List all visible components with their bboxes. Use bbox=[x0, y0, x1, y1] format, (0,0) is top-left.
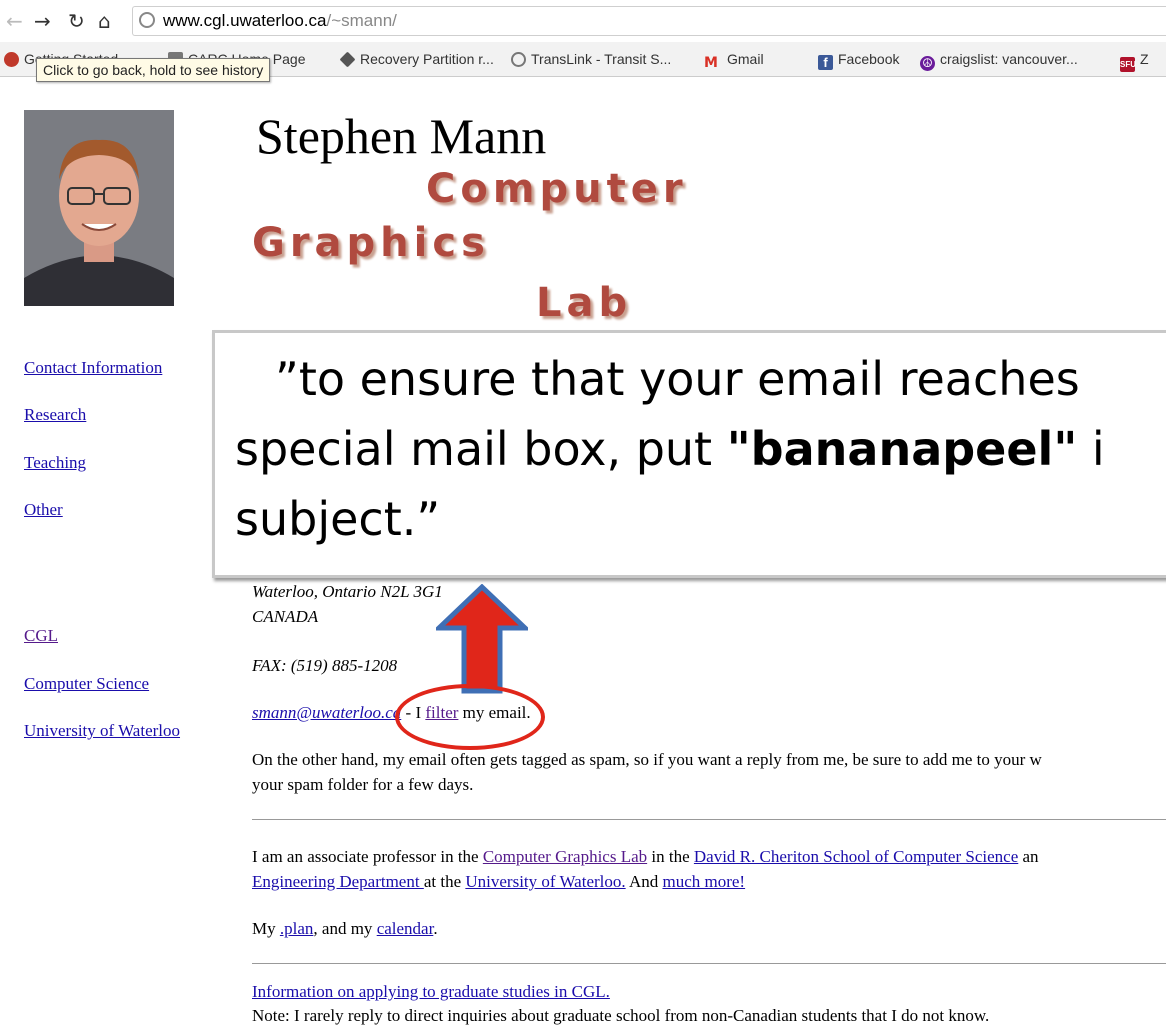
sidebar-link-contact[interactable]: Contact Information bbox=[24, 358, 162, 378]
spam-note-line2: your spam folder for a few days. bbox=[252, 775, 474, 794]
cgl-logo-lab: Lab bbox=[536, 280, 633, 326]
link-cheriton-school[interactable]: David R. Cheriton School of Computer Sci… bbox=[694, 847, 1018, 866]
browser-toolbar: ← → ↻ ⌂ www.cgl.uwaterloo.ca/~smann/ bbox=[0, 0, 1166, 42]
plan-line: My .plan, and my calendar. bbox=[252, 919, 438, 938]
callout-line2: special mail box, put "bananapeel" i bbox=[235, 422, 1105, 476]
address-bar[interactable]: www.cgl.uwaterloo.ca/~smann/ bbox=[132, 6, 1166, 36]
globe-icon bbox=[139, 12, 155, 28]
facebook-icon: f bbox=[818, 55, 833, 70]
sidebar-link-teaching[interactable]: Teaching bbox=[24, 453, 86, 473]
grad-note: Note: I rarely reply to direct inquiries… bbox=[252, 1006, 990, 1025]
address-country: CANADA bbox=[252, 607, 319, 626]
gettingstarted-icon bbox=[4, 52, 19, 67]
forward-arrow-icon[interactable]: → bbox=[34, 9, 51, 33]
address-city: Waterloo, Ontario N2L 3G1 bbox=[252, 582, 443, 601]
link-engineering-dept[interactable]: Engineering Department bbox=[252, 872, 424, 891]
quote-callout: ”to ensure that your email reaches speci… bbox=[212, 330, 1166, 578]
fax-number: FAX: (519) 885-1208 bbox=[252, 656, 398, 675]
divider bbox=[252, 963, 1166, 964]
back-arrow-icon[interactable]: ← bbox=[6, 9, 23, 33]
red-highlight-circle bbox=[395, 684, 545, 750]
sidebar-link-computer-science[interactable]: Computer Science bbox=[24, 674, 149, 694]
cgl-logo-graphics: Graphics bbox=[252, 220, 490, 266]
url-text: www.cgl.uwaterloo.ca/~smann/ bbox=[163, 11, 397, 30]
bio-line2: Engineering Department at the University… bbox=[252, 872, 746, 891]
bookmark-translink[interactable]: TransLink - Transit S... bbox=[511, 51, 671, 67]
sidebar-link-uwaterloo[interactable]: University of Waterloo bbox=[24, 721, 180, 741]
gmail-icon: M bbox=[704, 55, 718, 71]
bookmark-facebook[interactable]: f Facebook bbox=[818, 51, 899, 70]
home-icon[interactable]: ⌂ bbox=[98, 9, 111, 33]
peace-icon: ☮ bbox=[920, 56, 935, 71]
spam-note-line1: On the other hand, my email often gets t… bbox=[252, 750, 1042, 769]
callout-line1: ”to ensure that your email reaches bbox=[275, 352, 1080, 406]
divider bbox=[252, 819, 1166, 820]
link-grad-studies[interactable]: Information on applying to graduate stud… bbox=[252, 982, 610, 1001]
reload-icon[interactable]: ↻ bbox=[68, 9, 85, 33]
bookmark-craigslist[interactable]: ☮ craigslist: vancouver... bbox=[920, 51, 1078, 71]
link-much-more[interactable]: much more! bbox=[662, 872, 745, 891]
cgl-logo-computer: Computer bbox=[426, 166, 688, 212]
bookmark-z[interactable]: SFU Z bbox=[1120, 51, 1149, 72]
bookmark-gmail[interactable]: M Gmail bbox=[704, 51, 764, 71]
portrait-photo bbox=[24, 110, 174, 306]
email-link[interactable]: smann@uwaterloo.ca bbox=[252, 703, 401, 722]
sfu-icon: SFU bbox=[1120, 57, 1136, 72]
link-calendar[interactable]: calendar bbox=[377, 919, 434, 938]
red-up-arrow-icon bbox=[436, 584, 528, 694]
bookmark-recovery[interactable]: Recovery Partition r... bbox=[339, 51, 494, 68]
translink-icon bbox=[511, 52, 526, 67]
sidebar-link-research[interactable]: Research bbox=[24, 405, 86, 425]
sidebar-link-cgl[interactable]: CGL bbox=[24, 626, 58, 646]
grad-info-line: Information on applying to graduate stud… bbox=[252, 980, 610, 1004]
bio-line1: I am an associate professor in the Compu… bbox=[252, 847, 1039, 866]
back-button-tooltip: Click to go back, hold to see history bbox=[36, 58, 271, 82]
callout-line3: subject.” bbox=[235, 492, 441, 546]
page-title: Stephen Mann bbox=[256, 108, 547, 164]
sidebar-link-other[interactable]: Other bbox=[24, 500, 63, 520]
link-plan[interactable]: .plan bbox=[280, 919, 314, 938]
link-uwaterloo[interactable]: University of Waterloo. bbox=[465, 872, 625, 891]
link-computer-graphics-lab[interactable]: Computer Graphics Lab bbox=[483, 847, 647, 866]
recovery-icon bbox=[339, 51, 356, 68]
